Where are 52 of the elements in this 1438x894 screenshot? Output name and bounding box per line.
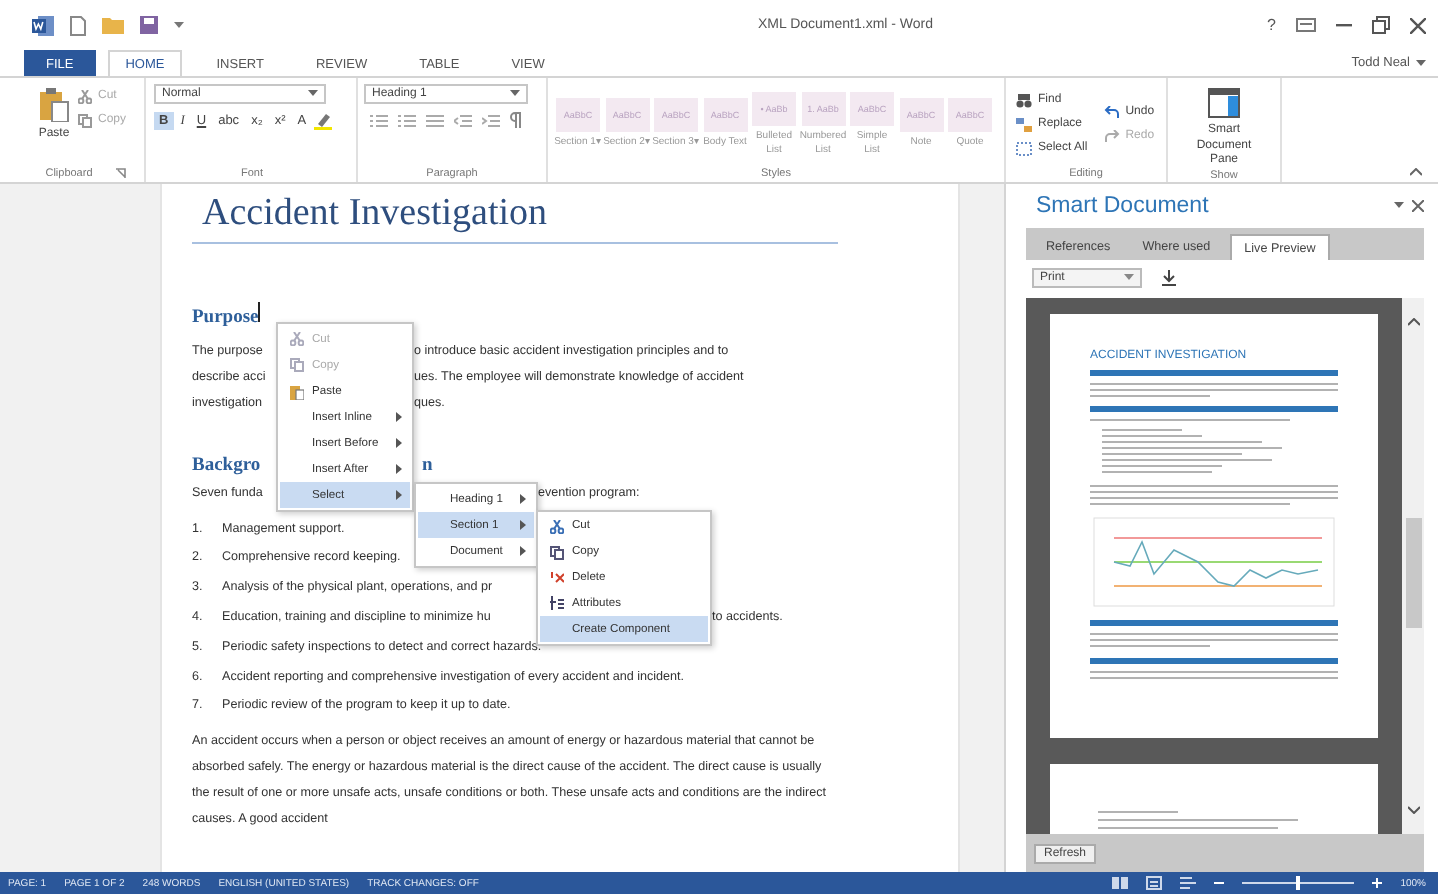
caret-icon <box>1416 59 1426 67</box>
caret-icon <box>1124 274 1134 282</box>
zoom-slider-thumb[interactable] <box>1296 876 1301 890</box>
pane-title: Smart Document <box>1036 194 1209 218</box>
section-heading: Backgro <box>192 454 261 480</box>
pilcrow-icon[interactable] <box>510 112 522 128</box>
list-icon <box>549 596 563 611</box>
read-mode-icon[interactable] <box>1112 876 1129 890</box>
dialog-launcher-icon[interactable] <box>116 168 127 178</box>
delete-icon <box>549 570 563 585</box>
document-title: Accident Investigation <box>192 184 838 244</box>
copy-icon <box>549 545 563 560</box>
select-icon <box>1016 141 1032 155</box>
clipboard-icon <box>38 88 70 122</box>
binoculars-icon <box>1016 93 1032 107</box>
scissors-icon <box>78 89 92 103</box>
undo-icon <box>1103 105 1120 119</box>
download-icon[interactable] <box>1162 270 1176 286</box>
close-icon[interactable] <box>1410 17 1426 33</box>
caret-icon <box>510 90 520 98</box>
copy-icon <box>78 113 92 127</box>
scroll-down-icon[interactable] <box>1407 806 1419 814</box>
clipboard-icon <box>289 383 303 399</box>
copy-icon <box>289 358 303 372</box>
scroll-up-icon[interactable] <box>1407 318 1419 326</box>
help-button[interactable]: ? <box>1267 16 1276 34</box>
new-document-icon[interactable] <box>70 15 86 35</box>
close-icon[interactable] <box>1412 200 1424 212</box>
minimize-icon[interactable] <box>1336 23 1352 27</box>
restore-icon[interactable] <box>1372 16 1390 34</box>
print-layout-icon[interactable] <box>1146 876 1163 890</box>
redo-icon <box>1103 129 1120 143</box>
scissors-icon <box>549 519 563 534</box>
replace-icon <box>1016 117 1032 131</box>
scrollbar[interactable] <box>1402 298 1424 834</box>
highlighter-icon[interactable] <box>313 112 332 130</box>
zoom-out-icon[interactable] <box>1214 878 1225 888</box>
pane-layout-icon <box>1208 88 1240 118</box>
pane-options-icon[interactable] <box>1394 202 1404 210</box>
scrollbar-thumb[interactable] <box>1405 518 1421 628</box>
caret-icon <box>308 90 318 98</box>
web-layout-icon[interactable] <box>1180 876 1197 890</box>
scissors-icon <box>289 332 303 346</box>
zoom-in-icon[interactable] <box>1372 878 1383 888</box>
word-logo-icon <box>32 15 54 35</box>
section-heading: n <box>422 454 433 480</box>
section-heading: Purpose <box>192 308 259 328</box>
caret-icon[interactable] <box>174 21 184 29</box>
collapse-ribbon-icon[interactable] <box>1410 168 1422 176</box>
ribbon-display-icon[interactable] <box>1296 18 1316 32</box>
text-cursor <box>258 302 261 322</box>
save-icon[interactable] <box>140 16 158 34</box>
